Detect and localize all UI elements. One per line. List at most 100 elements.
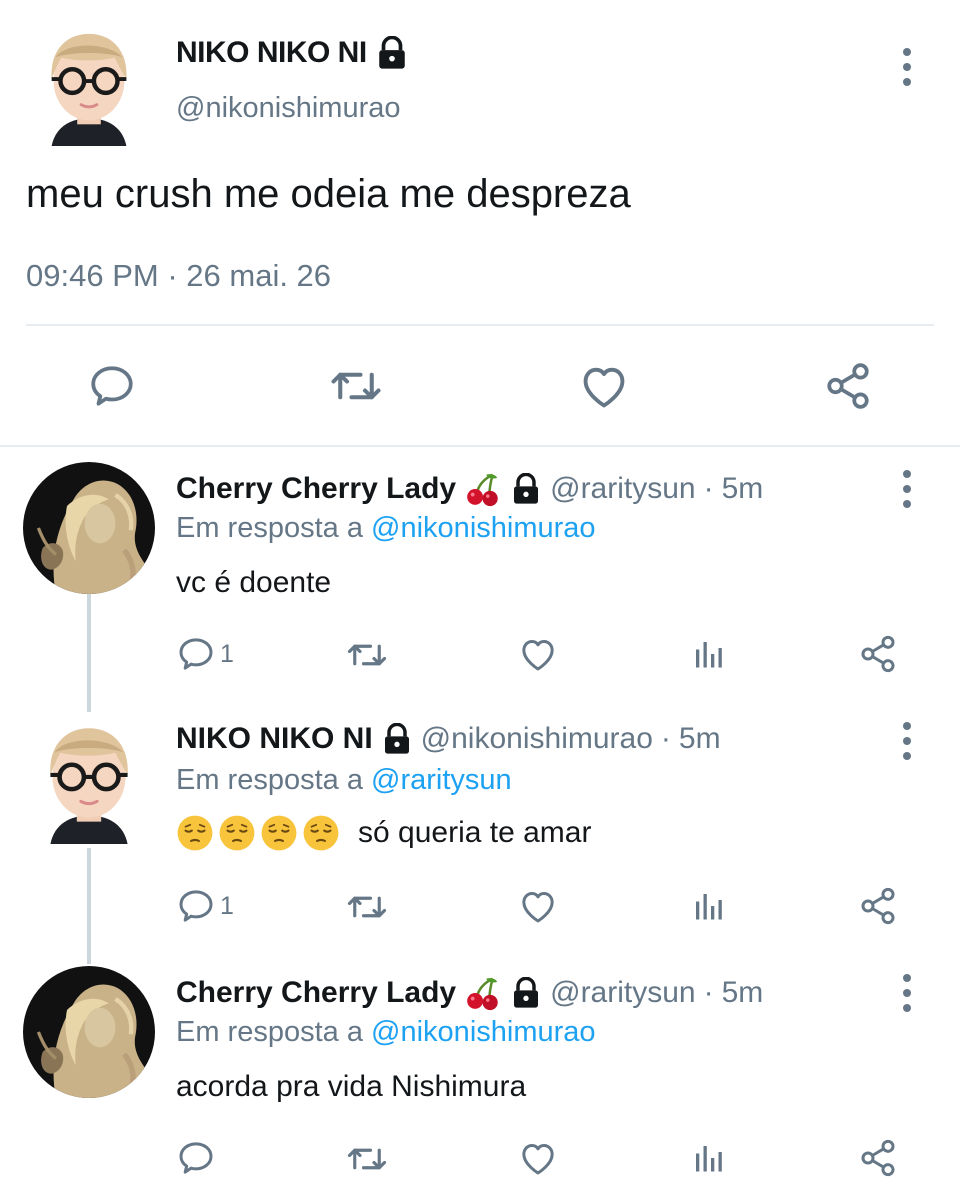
share-icon <box>823 361 873 411</box>
tweet-text: meu crush me odeia me despreza <box>26 172 631 216</box>
reply-to-link[interactable]: @nikonishimurao <box>371 512 595 544</box>
lock-icon <box>381 723 413 755</box>
more-options-icon[interactable] <box>897 722 917 760</box>
author-handle[interactable]: @raritysun <box>550 472 696 506</box>
reply-text: vc é doente <box>176 566 331 600</box>
more-options-icon[interactable] <box>897 470 917 508</box>
retweet-button[interactable] <box>346 886 388 928</box>
reply-context: Em resposta a @nikonishimurao <box>176 512 596 545</box>
like-button[interactable] <box>576 358 632 414</box>
cherry-emoji <box>464 470 502 508</box>
retweet-icon <box>329 359 383 413</box>
meta-separator: · <box>703 472 714 505</box>
heart-icon <box>518 886 558 926</box>
analytics-button[interactable] <box>690 636 726 672</box>
reply-text-content: vc é doente <box>176 566 332 599</box>
reply-time: 5m <box>721 976 764 1009</box>
author-handle[interactable]: @nikonishimurao <box>176 92 400 125</box>
meta-separator: · <box>660 722 671 755</box>
like-button[interactable] <box>518 1138 558 1178</box>
share-button[interactable] <box>858 634 898 674</box>
lock-icon <box>510 473 542 505</box>
thread-line <box>87 848 91 964</box>
pensive-face-emoji <box>260 814 298 852</box>
author-name[interactable]: NIKO NIKO NI <box>176 722 373 756</box>
thread-line <box>87 594 91 712</box>
tweet-time: 09:46 PM <box>26 258 159 293</box>
reply-prefix: Em resposta a <box>176 1016 363 1048</box>
retweet-icon <box>346 1138 388 1180</box>
reply-icon <box>87 361 137 411</box>
reply-icon <box>176 634 216 674</box>
like-button[interactable] <box>518 886 558 926</box>
reply-icon <box>176 1138 216 1178</box>
analytics-icon <box>690 888 726 924</box>
share-icon <box>858 886 898 926</box>
pensive-face-emoji <box>302 814 340 852</box>
author-name[interactable]: Cherry Cherry Lady <box>176 472 456 506</box>
reply-time: 5m <box>721 472 764 505</box>
avatar[interactable] <box>23 966 155 1098</box>
share-icon <box>858 634 898 674</box>
share-button[interactable] <box>820 358 876 414</box>
author-handle[interactable]: @raritysun <box>550 976 696 1010</box>
reply-count: 1 <box>220 639 234 668</box>
more-options-icon[interactable] <box>897 974 917 1012</box>
pensive-face-emoji <box>176 814 214 852</box>
reply-count: 1 <box>220 891 234 920</box>
author-handle[interactable]: @nikonishimurao <box>421 722 653 756</box>
author-name[interactable]: NIKO NIKO NI <box>176 36 367 70</box>
reply-header[interactable]: NIKO NIKO NI @nikonishimurao · 5m <box>176 722 721 756</box>
author-name[interactable]: Cherry Cherry Lady <box>176 976 456 1010</box>
author-name-row[interactable]: NIKO NIKO NI <box>176 36 409 70</box>
divider <box>26 324 934 326</box>
share-button[interactable] <box>858 886 898 926</box>
share-icon <box>858 1138 898 1178</box>
reply-text: só queria te amar <box>176 814 591 852</box>
pensive-face-emoji <box>218 814 256 852</box>
reply-header[interactable]: Cherry Cherry Lady @raritysun · 5m <box>176 974 763 1012</box>
reply-text-content: só queria te amar <box>358 816 592 849</box>
reply-button[interactable] <box>176 1138 220 1178</box>
reply-button[interactable] <box>84 358 140 414</box>
avatar[interactable] <box>23 462 155 594</box>
reply-icon <box>176 886 216 926</box>
share-button[interactable] <box>858 1138 898 1178</box>
cherry-emoji <box>464 974 502 1012</box>
meta-separator: · <box>703 976 714 1009</box>
analytics-icon <box>690 636 726 672</box>
retweet-icon <box>346 886 388 928</box>
lock-icon <box>510 977 542 1009</box>
reply-text: acorda pra vida Nishimura <box>176 1070 526 1104</box>
reply-context: Em resposta a @nikonishimurao <box>176 1016 596 1049</box>
tweet-timestamp[interactable]: 09:46 PM · 26 mai. 26 <box>26 258 331 294</box>
reply-prefix: Em resposta a <box>176 764 363 796</box>
heart-icon <box>518 1138 558 1178</box>
meta-separator: · <box>167 258 178 293</box>
tweet-date: 26 mai. 26 <box>186 258 332 293</box>
retweet-icon <box>346 634 388 676</box>
like-button[interactable] <box>518 634 558 674</box>
reply-to-link[interactable]: @nikonishimurao <box>371 1016 595 1048</box>
analytics-button[interactable] <box>690 1140 726 1176</box>
avatar[interactable] <box>23 714 155 846</box>
lock-icon <box>375 36 409 70</box>
reply-text-content: acorda pra vida Nishimura <box>176 1070 527 1103</box>
heart-icon <box>518 634 558 674</box>
section-separator <box>0 445 960 447</box>
retweet-button[interactable] <box>346 634 388 676</box>
reply-to-link[interactable]: @raritysun <box>371 764 512 796</box>
analytics-icon <box>690 1140 726 1176</box>
reply-prefix: Em resposta a <box>176 512 363 544</box>
more-options-icon[interactable] <box>897 48 917 86</box>
analytics-button[interactable] <box>690 888 726 924</box>
reply-context: Em resposta a @raritysun <box>176 764 512 797</box>
reply-button[interactable]: 1 <box>176 634 234 674</box>
retweet-button[interactable] <box>346 1138 388 1180</box>
reply-time: 5m <box>678 722 721 755</box>
retweet-button[interactable] <box>328 358 384 414</box>
reply-header[interactable]: Cherry Cherry Lady @raritysun · 5m <box>176 470 763 508</box>
avatar[interactable] <box>30 18 148 150</box>
reply-button[interactable]: 1 <box>176 886 234 926</box>
heart-icon <box>578 360 630 412</box>
